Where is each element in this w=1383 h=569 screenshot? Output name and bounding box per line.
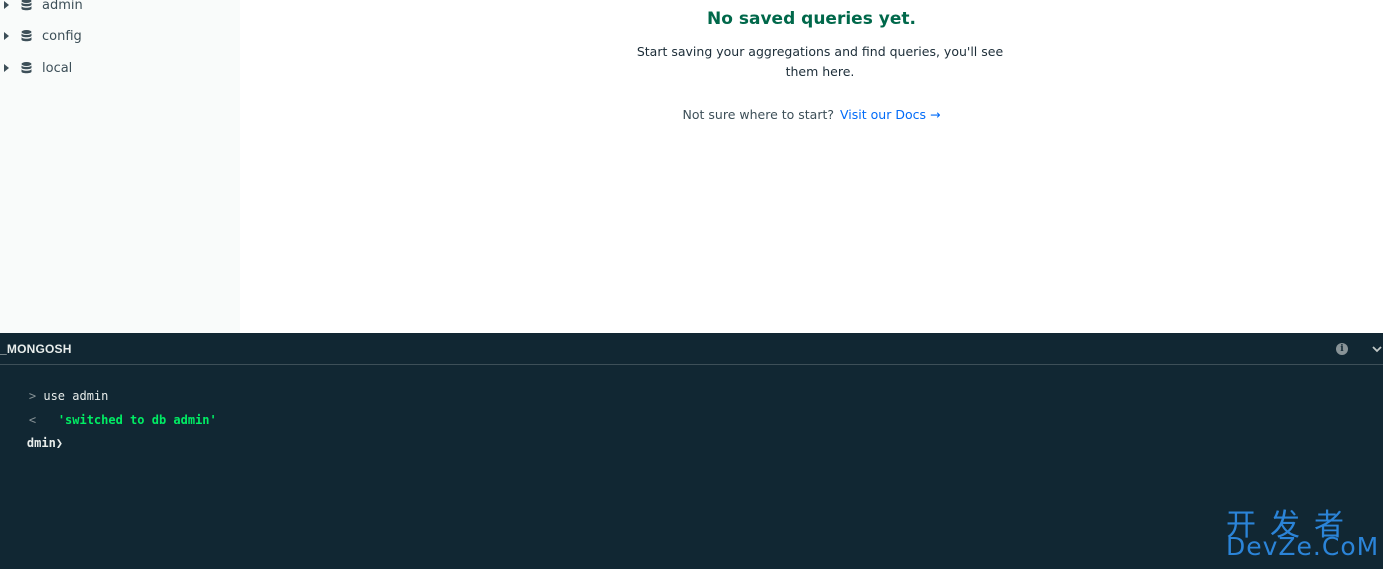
- watermark-en: DevZe.CoM: [1226, 532, 1380, 561]
- shell-output-text: 'switched to db admin': [57, 413, 217, 427]
- saved-queries-panel: No saved queries yet. Start saving your …: [240, 0, 1383, 333]
- sidebar-item-label: config: [42, 28, 82, 44]
- database-icon: [21, 30, 32, 42]
- shell-prompt-line[interactable]: dmin❯: [0, 422, 63, 464]
- caret-right-icon[interactable]: [4, 64, 9, 72]
- watermark-logo: 开发者 DevZe.CoM: [1226, 500, 1383, 569]
- docs-prompt: Not sure where to start?: [682, 107, 835, 122]
- sidebar: admin config local: [0, 0, 240, 333]
- caret-right-icon[interactable]: [4, 1, 9, 9]
- info-icon[interactable]: i: [1336, 343, 1348, 355]
- docs-row: Not sure where to start? Visit our Docs →: [240, 107, 1383, 122]
- database-icon: [21, 62, 32, 74]
- database-icon: [21, 0, 32, 11]
- sidebar-item-label: admin: [42, 0, 83, 13]
- empty-state-title: No saved queries yet.: [707, 9, 916, 29]
- shell-prompt-text: dmin❯: [26, 436, 64, 450]
- chevron-down-icon[interactable]: [1371, 343, 1383, 355]
- shell-title: _MONGOSH: [0, 342, 72, 356]
- empty-state-description: Start saving your aggregations and find …: [636, 44, 1004, 79]
- shell-header[interactable]: _MONGOSH i: [0, 333, 1383, 365]
- mongosh-panel: _MONGOSH i > use admin < 'switched to db…: [0, 333, 1383, 569]
- caret-right-icon[interactable]: [4, 32, 9, 40]
- visit-docs-link[interactable]: Visit our Docs →: [840, 107, 940, 122]
- sidebar-item-label: local: [42, 60, 73, 76]
